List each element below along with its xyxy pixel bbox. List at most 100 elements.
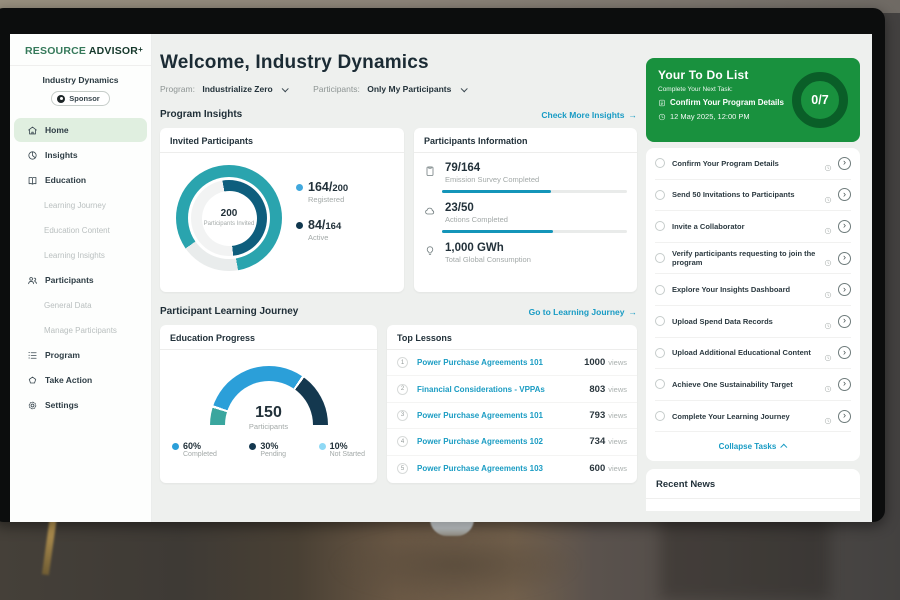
task-row-confirm-program[interactable]: Confirm Your Program Details › xyxy=(655,148,851,180)
info-value: 23/50 xyxy=(445,202,508,214)
sidebar-item-label: Manage Participants xyxy=(44,326,117,335)
lesson-views: 793 xyxy=(589,410,605,421)
check-more-insights-link[interactable]: Check More Insights → xyxy=(541,110,637,120)
task-row-upload-spend-data[interactable]: Upload Spend Data Records › xyxy=(655,306,851,338)
task-checkbox[interactable] xyxy=(655,379,665,389)
sidebar-item-settings[interactable]: Settings xyxy=(14,393,147,417)
task-row-complete-learning-journey[interactable]: Complete Your Learning Journey › xyxy=(655,401,851,433)
sidebar-item-program[interactable]: Program xyxy=(14,343,147,367)
task-checkbox[interactable] xyxy=(655,190,665,200)
task-checkbox[interactable] xyxy=(655,411,665,421)
top-lessons-card: Top Lessons 1 Power Purchase Agreements … xyxy=(387,325,637,483)
todo-tasks-card: Confirm Your Program Details › Send 50 I… xyxy=(646,148,860,461)
task-open-button[interactable]: › xyxy=(838,378,851,391)
lesson-title-link[interactable]: Power Purchase Agreements 101 xyxy=(417,411,589,420)
sidebar-item-learning-journey[interactable]: Learning Journey xyxy=(14,193,147,217)
participants-filter[interactable]: Participants: Only My Participants xyxy=(313,84,466,94)
info-label: Emission Survey Completed xyxy=(445,175,539,184)
task-open-button[interactable]: › xyxy=(838,283,851,296)
lesson-title-link[interactable]: Power Purchase Agreements 102 xyxy=(417,437,589,446)
legend-value: 84/164 xyxy=(308,218,341,232)
task-checkbox[interactable] xyxy=(655,253,665,263)
section-title: Participant Learning Journey xyxy=(160,306,298,317)
lesson-views-label: views xyxy=(608,464,627,473)
task-label: Upload Additional Educational Content xyxy=(672,348,824,357)
lesson-views-label: views xyxy=(608,358,627,367)
lesson-title-link[interactable]: Financial Considerations - VPPAs xyxy=(417,385,589,394)
task-open-button[interactable]: › xyxy=(838,315,851,328)
role-badge-wrap: Sponsor xyxy=(10,91,151,106)
sidebar: RESOURCE ADVISOR+ Industry Dynamics Spon… xyxy=(10,34,152,522)
task-checkbox[interactable] xyxy=(655,285,665,295)
collapse-tasks-link[interactable]: Collapse Tasks xyxy=(655,432,851,461)
sidebar-item-participants[interactable]: Participants xyxy=(14,268,147,292)
sidebar-item-education-content[interactable]: Education Content xyxy=(14,218,147,242)
legend-label: Pending xyxy=(260,451,286,458)
task-open-button[interactable]: › xyxy=(838,252,851,265)
task-timer-icon xyxy=(824,222,832,230)
task-open-button[interactable]: › xyxy=(838,410,851,423)
task-row-send-invitations[interactable]: Send 50 Invitations to Participants › xyxy=(655,180,851,212)
lesson-row[interactable]: 5 Power Purchase Agreements 103 600 view… xyxy=(387,456,637,482)
section-title: Program Insights xyxy=(160,109,242,120)
sponsor-icon xyxy=(57,95,65,103)
donut-gap-ring: 200 Participants Invited xyxy=(188,177,270,259)
sidebar-item-label: Participants xyxy=(45,275,94,285)
lesson-views: 803 xyxy=(589,384,605,395)
legend-dot-completed xyxy=(172,443,179,450)
sidebar-item-insights[interactable]: Insights xyxy=(14,143,147,167)
task-checkbox[interactable] xyxy=(655,158,665,168)
sidebar-item-label: Program xyxy=(45,350,80,360)
lesson-title-link[interactable]: Power Purchase Agreements 103 xyxy=(417,464,589,473)
task-checkbox[interactable] xyxy=(655,348,665,358)
task-open-button[interactable]: › xyxy=(838,188,851,201)
card-title: Education Progress xyxy=(160,325,377,350)
lesson-row[interactable]: 4 Power Purchase Agreements 102 734 view… xyxy=(387,429,637,455)
lesson-rank: 3 xyxy=(397,410,408,421)
task-checkbox[interactable] xyxy=(655,221,665,231)
info-value: 1,000 GWh xyxy=(445,242,531,254)
sidebar-item-general-data[interactable]: General Data xyxy=(14,293,147,317)
sidebar-item-learning-insights[interactable]: Learning Insights xyxy=(14,243,147,267)
lesson-rank: 2 xyxy=(397,384,408,395)
lesson-row[interactable]: 3 Power Purchase Agreements 101 793 view… xyxy=(387,403,637,429)
card-title: Top Lessons xyxy=(387,325,637,350)
task-row-verify-participants[interactable]: Verify participants requesting to join t… xyxy=(655,243,851,275)
go-to-learning-journey-link[interactable]: Go to Learning Journey → xyxy=(529,307,637,317)
donut-center: 200 Participants Invited xyxy=(202,191,257,246)
task-row-explore-insights[interactable]: Explore Your Insights Dashboard › xyxy=(655,274,851,306)
legend-completed: 60% Completed xyxy=(172,441,217,458)
todo-next-task[interactable]: Confirm Your Program Details xyxy=(658,98,792,107)
task-checkbox[interactable] xyxy=(655,316,665,326)
sidebar-item-manage-participants[interactable]: Manage Participants xyxy=(14,318,147,342)
task-open-button[interactable]: › xyxy=(838,346,851,359)
gear-icon xyxy=(27,400,38,411)
task-open-button[interactable]: › xyxy=(838,220,851,233)
arrow-right-icon: → xyxy=(629,307,638,317)
chevron-right-icon: › xyxy=(843,221,846,230)
legend-active: 84/164 Active xyxy=(296,218,348,242)
lesson-title-link[interactable]: Power Purchase Agreements 101 xyxy=(417,358,584,367)
task-label: Invite a Collaborator xyxy=(672,222,824,231)
task-label: Send 50 Invitations to Participants xyxy=(672,190,824,199)
logo-text-advisor: ADVISOR xyxy=(89,45,138,57)
lesson-row[interactable]: 1 Power Purchase Agreements 101 1000 vie… xyxy=(387,350,637,376)
task-label: Complete Your Learning Journey xyxy=(672,412,824,421)
program-filter-value: Industrialize Zero xyxy=(202,84,272,94)
donut-center-label: Participants Invited xyxy=(204,221,255,228)
program-filter[interactable]: Program: Industrialize Zero xyxy=(160,84,287,94)
lesson-row[interactable]: 2 Financial Considerations - VPPAs 803 v… xyxy=(387,376,637,402)
task-row-achieve-target[interactable]: Achieve One Sustainability Target › xyxy=(655,369,851,401)
task-row-upload-educational-content[interactable]: Upload Additional Educational Content › xyxy=(655,338,851,370)
info-row-actions: 23/50 Actions Completed xyxy=(414,193,637,224)
todo-counter: 0/7 xyxy=(811,93,828,107)
task-open-button[interactable]: › xyxy=(838,157,851,170)
legend-pending: 30% Pending xyxy=(249,441,286,458)
sidebar-item-home[interactable]: Home xyxy=(14,118,147,142)
sidebar-item-label: Take Action xyxy=(45,375,92,385)
task-row-invite-collaborator[interactable]: Invite a Collaborator › xyxy=(655,211,851,243)
app-logo: RESOURCE ADVISOR+ xyxy=(10,34,151,66)
sidebar-item-take-action[interactable]: Take Action xyxy=(14,368,147,392)
sidebar-item-education[interactable]: Education xyxy=(14,168,147,192)
sidebar-item-label: Education Content xyxy=(44,226,110,235)
